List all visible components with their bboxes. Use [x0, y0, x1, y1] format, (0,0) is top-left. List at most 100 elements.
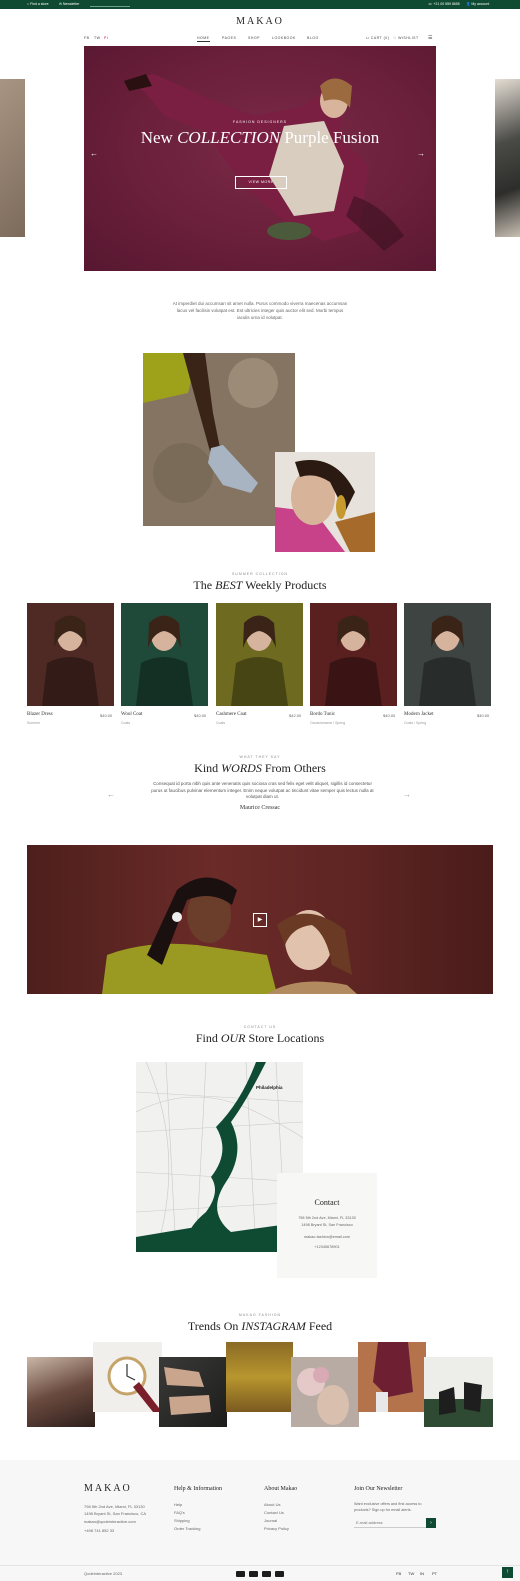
product-price: $40.00: [477, 713, 490, 718]
product-name[interactable]: Blazer Dress: [27, 712, 53, 717]
product-category: Coats / Spring: [404, 721, 427, 725]
hero-next-slide-image[interactable]: [495, 79, 520, 237]
instagram-post-1[interactable]: [27, 1357, 95, 1427]
product-price: $42.00: [289, 713, 302, 718]
arrow-right-icon: ›: [430, 1520, 432, 1526]
contact-address-1: 798 5th 2nd Ave, Miami, FL 33130: [298, 1216, 356, 1220]
arrow-left-icon[interactable]: ←: [90, 149, 98, 158]
testimonial-title: Kind WORDS From Others: [194, 761, 326, 775]
hero-kicker: FASHION DESIGNERS: [233, 120, 287, 124]
site-logo[interactable]: MAKAO: [0, 16, 520, 27]
wishlist-link[interactable]: ♡ WISHLIST: [393, 36, 419, 40]
instagram-kicker: MAKAO FASHION: [239, 1313, 281, 1317]
cart-link[interactable]: ⊔ CART (0): [366, 36, 389, 40]
products-kicker: SUMMER COLLECTION: [232, 572, 288, 576]
nav-home[interactable]: HOME: [197, 36, 210, 42]
nav-blog[interactable]: BLOG: [307, 36, 319, 40]
map-city-label: Philadelphia: [256, 1085, 283, 1090]
footer-journal-link[interactable]: Journal: [264, 1518, 277, 1523]
instagram-post-5[interactable]: [291, 1357, 359, 1427]
footer-social-fb[interactable]: FB: [396, 1571, 401, 1576]
social-fb-link[interactable]: FB: [84, 36, 89, 40]
heart-icon: ♡: [393, 36, 397, 40]
product-card-image[interactable]: [216, 603, 303, 706]
footer-newsletter-title: Join Our Newsletter: [354, 1486, 403, 1492]
footer-shipping-link[interactable]: Shipping: [174, 1518, 190, 1523]
footer-address-2: 1498 Bryant St, San Francisco, CA: [84, 1511, 147, 1516]
search-input[interactable]: [90, 6, 130, 7]
bag-icon: ⊔: [366, 36, 370, 40]
instagram-post-3[interactable]: [159, 1357, 227, 1427]
hero-slider: FASHION DESIGNERS New COLLECTION Purple …: [84, 46, 436, 271]
payment-amex-icon: [262, 1571, 271, 1577]
footer-privacy-link[interactable]: Privacy Policy: [264, 1526, 289, 1531]
product-name[interactable]: Wool Coat: [121, 712, 142, 717]
newsletter-email-input[interactable]: [354, 1518, 426, 1528]
instagram-post-4[interactable]: [226, 1342, 293, 1412]
product-card-image[interactable]: [404, 603, 491, 706]
nav-pages[interactable]: PAGES: [222, 36, 236, 40]
footer-contact-link[interactable]: Contact Us: [264, 1510, 284, 1515]
find-store-link[interactable]: ⌾ Find a store: [27, 0, 49, 9]
instagram-post-6[interactable]: [358, 1342, 426, 1412]
top-bar: ⌾ Find a store ✉ Newsletter ☏ +21 00 559…: [0, 0, 520, 9]
product-name[interactable]: Modern Jacket: [404, 712, 434, 717]
instagram-post-2[interactable]: [93, 1342, 162, 1412]
hero-view-more-button[interactable]: VIEW MORE: [235, 176, 287, 189]
footer-email[interactable]: makao@qodeinteractive.com: [84, 1519, 136, 1524]
contact-email[interactable]: makao-fashion@email.com: [277, 1235, 377, 1239]
footer-newsletter-text: Want exclusive offers and first access t…: [354, 1502, 422, 1512]
product-price: $40.00: [194, 713, 207, 718]
nav-shop[interactable]: SHOP: [248, 36, 260, 40]
footer-about-title: About Makao: [264, 1486, 298, 1492]
newsletter-link[interactable]: ✉ Newsletter: [59, 0, 79, 9]
footer-social-in[interactable]: IN: [420, 1571, 424, 1576]
site-footer: [0, 1460, 520, 1581]
product-card-image[interactable]: [310, 603, 397, 706]
footer-faq-link[interactable]: FAQ's: [174, 1510, 185, 1515]
footer-social-pt[interactable]: PT: [432, 1571, 437, 1576]
product-name[interactable]: Cashmere Coat: [216, 712, 247, 717]
hero-prev-slide-image[interactable]: [0, 79, 25, 237]
hero-title: New COLLECTION Purple Fusion: [140, 128, 380, 147]
footer-phone[interactable]: +498 741 852 33: [84, 1528, 114, 1533]
instagram-title: Trends On INSTAGRAM Feed: [187, 1319, 333, 1333]
product-price: $40.00: [383, 713, 396, 718]
footer-help-link[interactable]: Help: [174, 1502, 182, 1507]
footer-logo[interactable]: MAKAO: [84, 1483, 132, 1494]
footer-order-tracking-link[interactable]: Order Tracking: [174, 1526, 200, 1531]
product-name[interactable]: Bordo Tunic: [310, 712, 335, 717]
footer-about-us-link[interactable]: About Us: [264, 1502, 280, 1507]
back-to-top-button[interactable]: ↑: [502, 1567, 513, 1578]
phone-text: ☏ +21 00 559 8655: [428, 2, 460, 6]
contact-phone[interactable]: +12345678901: [277, 1245, 377, 1249]
payment-mastercard-icon: [249, 1571, 258, 1577]
social-pi-link[interactable]: PI: [104, 36, 108, 40]
testimonial-quote: Consequat id porta nibh quis ante venena…: [151, 781, 374, 799]
nav-lookbook[interactable]: LOOKBOOK: [272, 36, 296, 40]
testimonial-next-icon[interactable]: →: [403, 790, 411, 799]
instagram-post-7[interactable]: [424, 1357, 493, 1427]
testimonial-prev-icon[interactable]: ←: [107, 790, 115, 799]
product-card-image[interactable]: [27, 603, 114, 706]
product-category: Coats: [216, 721, 226, 725]
payment-paypal-icon: [275, 1571, 284, 1577]
footer-social-tw[interactable]: TW: [408, 1571, 414, 1576]
product-category: Occasionwear / Spring: [310, 721, 346, 725]
product-category: Coats: [121, 721, 131, 725]
payment-visa-icon: [236, 1571, 245, 1577]
intro-text: At imperdiet dui accumsan sit amet nulla…: [172, 301, 348, 320]
footer-help-title: Help & Information: [174, 1486, 222, 1492]
collage-earring-image: [275, 452, 375, 552]
social-tw-link[interactable]: TW: [94, 36, 100, 40]
testimonial-author: Maurice Cressac: [239, 805, 281, 811]
product-card-image[interactable]: [121, 603, 208, 706]
contact-card: Contact 798 5th 2nd Ave, Miami, FL 33130…: [277, 1173, 377, 1278]
play-icon[interactable]: ▶: [253, 913, 267, 927]
account-link[interactable]: 👤 My account: [466, 0, 489, 9]
menu-icon[interactable]: ☰: [428, 35, 433, 41]
arrow-right-icon[interactable]: →: [417, 149, 425, 158]
footer-address-1: 798 5th 2nd Ave, Miami, FL 33130: [84, 1504, 145, 1509]
newsletter-submit-button[interactable]: ›: [426, 1518, 436, 1528]
hero-model-image: [124, 74, 404, 251]
